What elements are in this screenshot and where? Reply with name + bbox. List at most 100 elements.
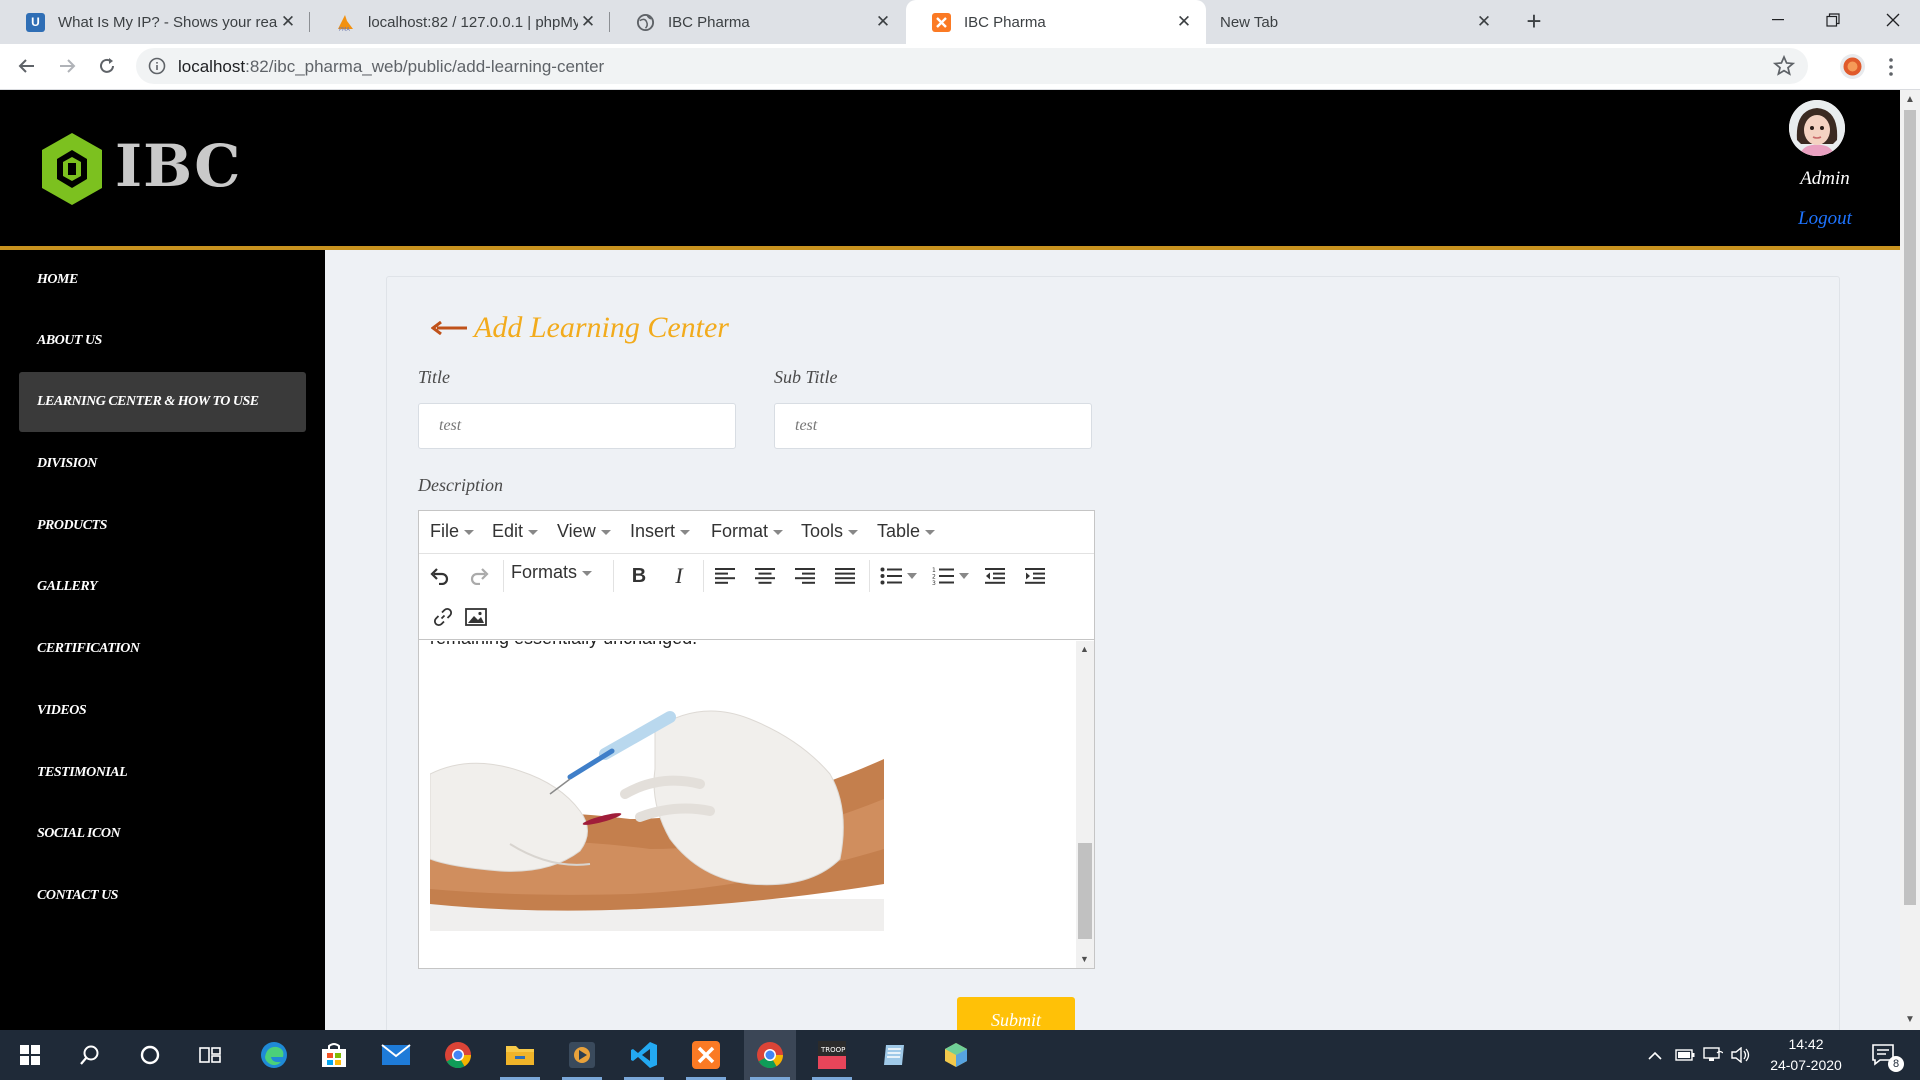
page-scrollbar[interactable]: ▲ ▼ bbox=[1900, 90, 1920, 1030]
phpmyadmin-icon: PMA bbox=[336, 13, 355, 32]
menu-table[interactable]: Table bbox=[877, 521, 936, 542]
browser-tab[interactable]: PMA localhost:82 / 127.0.0.1 | phpMyA ✕ bbox=[310, 0, 610, 44]
scroll-up-icon[interactable]: ▲ bbox=[1080, 644, 1089, 654]
volume-icon[interactable] bbox=[1726, 1030, 1756, 1080]
align-left-icon[interactable] bbox=[709, 560, 741, 592]
back-arrow-icon[interactable] bbox=[431, 321, 469, 335]
chrome-active-icon[interactable] bbox=[744, 1030, 796, 1080]
tray-chevron-up-icon[interactable] bbox=[1640, 1030, 1670, 1080]
close-icon[interactable]: ✕ bbox=[578, 12, 598, 32]
sidebar-item-home[interactable]: HOME bbox=[19, 250, 306, 310]
menu-edit[interactable]: Edit bbox=[492, 521, 539, 542]
network-icon[interactable] bbox=[1698, 1030, 1728, 1080]
edge-icon[interactable] bbox=[248, 1030, 300, 1080]
new-tab-button[interactable]: + bbox=[1518, 6, 1550, 38]
info-icon[interactable] bbox=[148, 57, 166, 75]
back-icon[interactable] bbox=[11, 50, 43, 82]
sidebar-item-gallery[interactable]: GALLERY bbox=[19, 557, 306, 617]
admin-name: Admin bbox=[1800, 168, 1850, 189]
task-view-icon[interactable] bbox=[184, 1030, 236, 1080]
indent-icon[interactable] bbox=[1019, 560, 1051, 592]
link-icon[interactable] bbox=[427, 601, 459, 633]
editor-content-area[interactable]: remaining essentially unchanged. bbox=[419, 641, 1076, 968]
bookmark-star-icon[interactable] bbox=[1772, 54, 1796, 78]
subtitle-input[interactable]: test bbox=[774, 403, 1092, 449]
sidebar-item-testimonial[interactable]: TESTIMONIAL bbox=[19, 743, 306, 803]
clock-time[interactable]: 14:42 bbox=[1776, 1036, 1836, 1052]
mail-icon[interactable] bbox=[370, 1030, 422, 1080]
windows-start-icon[interactable] bbox=[4, 1030, 56, 1080]
injection-photo[interactable] bbox=[430, 699, 884, 931]
scrollbar-thumb[interactable] bbox=[1904, 110, 1916, 905]
scroll-down-icon[interactable]: ▼ bbox=[1080, 954, 1089, 964]
notes-app-icon[interactable] bbox=[868, 1030, 920, 1080]
sidebar-item-social-icon[interactable]: SOCIAL ICON bbox=[19, 804, 306, 864]
formats-dropdown[interactable]: Formats bbox=[511, 562, 593, 583]
file-explorer-icon[interactable] bbox=[494, 1030, 546, 1080]
vscode-icon[interactable] bbox=[618, 1030, 670, 1080]
close-window-icon[interactable] bbox=[1865, 0, 1920, 40]
align-right-icon[interactable] bbox=[789, 560, 821, 592]
menu-format[interactable]: Format bbox=[711, 521, 784, 542]
bold-icon[interactable]: B bbox=[623, 560, 655, 592]
store-icon[interactable] bbox=[308, 1030, 360, 1080]
search-icon[interactable] bbox=[64, 1030, 116, 1080]
submit-button[interactable]: Submit bbox=[957, 997, 1075, 1030]
italic-icon[interactable]: I bbox=[663, 560, 695, 592]
xampp-taskbar-icon[interactable] bbox=[680, 1030, 732, 1080]
close-icon[interactable]: ✕ bbox=[1474, 12, 1494, 32]
browser-tab[interactable]: New Tab ✕ bbox=[1206, 0, 1506, 44]
menu-file[interactable]: File bbox=[430, 521, 475, 542]
browser-tab[interactable]: U What Is My IP? - Shows your real ✕ bbox=[0, 0, 310, 44]
minimize-icon[interactable] bbox=[1750, 0, 1805, 40]
admin-avatar[interactable] bbox=[1789, 100, 1845, 156]
cortana-icon[interactable] bbox=[124, 1030, 176, 1080]
battery-icon[interactable] bbox=[1670, 1030, 1700, 1080]
browser-tab-active[interactable]: IBC Pharma ✕ bbox=[906, 0, 1206, 44]
profile-avatar-icon[interactable] bbox=[1840, 54, 1865, 79]
undo-icon[interactable] bbox=[424, 560, 456, 592]
sidebar-item-division[interactable]: DIVISION bbox=[19, 434, 306, 494]
sidebar-item-about-us[interactable]: ABOUT US bbox=[19, 311, 306, 371]
bullet-list-chevron-down-icon[interactable] bbox=[903, 560, 921, 592]
notifications-icon[interactable]: 8 bbox=[1858, 1030, 1910, 1080]
numbered-list-chevron-down-icon[interactable] bbox=[955, 560, 973, 592]
sidebar-item-products[interactable]: PRODUCTS bbox=[19, 496, 306, 556]
box-app-icon[interactable] bbox=[930, 1030, 982, 1080]
scrollbar-thumb[interactable] bbox=[1078, 843, 1092, 939]
toolbar-divider bbox=[503, 560, 504, 592]
sidebar-item-videos[interactable]: VIDEOS bbox=[19, 681, 306, 741]
close-icon[interactable]: ✕ bbox=[1174, 12, 1194, 32]
editor-scrollbar[interactable]: ▲ ▼ bbox=[1076, 641, 1094, 968]
logout-link[interactable]: Logout bbox=[1770, 208, 1880, 230]
redo-icon[interactable] bbox=[463, 560, 495, 592]
toolbar-divider bbox=[613, 560, 614, 592]
address-bar[interactable]: localhost:82/ibc_pharma_web/public/add-l… bbox=[136, 48, 1808, 84]
menu-tools[interactable]: Tools bbox=[801, 521, 859, 542]
align-center-icon[interactable] bbox=[749, 560, 781, 592]
image-icon[interactable] bbox=[460, 601, 492, 633]
title-input[interactable]: test bbox=[418, 403, 736, 449]
close-icon[interactable]: ✕ bbox=[278, 12, 298, 32]
sidebar-item-certification[interactable]: CERTIFICATION bbox=[19, 619, 306, 679]
align-justify-icon[interactable] bbox=[829, 560, 861, 592]
troop-app-icon[interactable]: TROOP bbox=[806, 1030, 858, 1080]
sidebar-item-contact-us[interactable]: CONTACT US bbox=[19, 866, 306, 926]
scroll-up-icon[interactable]: ▲ bbox=[1905, 94, 1915, 105]
forward-icon[interactable] bbox=[51, 50, 83, 82]
url-text[interactable]: localhost:82/ibc_pharma_web/public/add-l… bbox=[178, 57, 604, 77]
menu-insert[interactable]: Insert bbox=[630, 521, 691, 542]
sidebar-item-learning-center[interactable]: LEARNING CENTER & HOW TO USE bbox=[19, 372, 306, 432]
media-app-icon[interactable] bbox=[556, 1030, 608, 1080]
close-icon[interactable]: ✕ bbox=[873, 12, 893, 32]
browser-tab[interactable]: IBC Pharma ✕ bbox=[610, 0, 905, 44]
menu-view[interactable]: View bbox=[557, 521, 611, 542]
clock-date[interactable]: 24-07-2020 bbox=[1762, 1057, 1850, 1073]
outdent-icon[interactable] bbox=[979, 560, 1011, 592]
reload-icon[interactable] bbox=[91, 50, 123, 82]
scroll-down-icon[interactable]: ▼ bbox=[1905, 1014, 1915, 1025]
restore-icon[interactable] bbox=[1805, 0, 1860, 40]
chrome-icon[interactable] bbox=[432, 1030, 484, 1080]
web-page: IBC Admin Logout HOME ABOUT US LEARNING … bbox=[0, 90, 1900, 1030]
browser-menu-icon[interactable] bbox=[1883, 54, 1899, 79]
